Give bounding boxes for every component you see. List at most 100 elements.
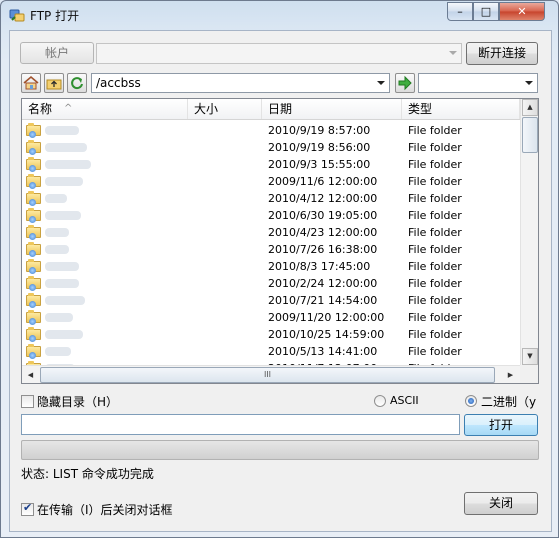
column-header-name[interactable]: 名称 ^ — [22, 99, 188, 119]
date-cell: 2010/9/19 8:57:00 — [268, 124, 371, 137]
scroll-up-button[interactable]: ▲ — [522, 99, 538, 116]
name-cell — [26, 174, 186, 189]
chevron-down-icon[interactable] — [525, 81, 533, 85]
parent-folder-button[interactable] — [44, 73, 64, 93]
minimize-button[interactable]: – — [447, 2, 473, 21]
status-text: 状态: LIST 命令成功完成 — [21, 467, 154, 481]
folder-icon — [26, 174, 41, 189]
table-row[interactable]: 2010/2/24 12:00:00 File folder — [22, 275, 520, 292]
table-row[interactable]: 2010/8/3 17:45:00 File folder — [22, 258, 520, 275]
folder-icon — [26, 191, 41, 206]
column-header-type[interactable]: 类型 — [402, 99, 520, 119]
scroll-down-button[interactable]: ▼ — [522, 348, 538, 365]
close-after-transfer-label: 在传输（I）后关闭对话框 — [37, 503, 173, 517]
table-row[interactable]: 2010/5/13 14:41:00 File folder — [22, 343, 520, 360]
refresh-button[interactable] — [67, 73, 87, 93]
table-row[interactable]: 2010/9/19 8:57:00 File folder — [22, 122, 520, 139]
close-button[interactable]: 关闭 — [464, 492, 538, 515]
hidden-dirs-checkbox[interactable] — [21, 395, 34, 408]
ftp-open-dialog: FTP 打开 – □ ✕ 帐户 断开连接 /accbss 名称 ^ 大小 日期 … — [0, 0, 559, 538]
close-window-button[interactable]: ✕ — [499, 2, 545, 21]
refresh-icon — [71, 77, 83, 90]
folder-icon — [26, 327, 41, 342]
date-cell: 2009/11/20 12:00:00 — [268, 311, 385, 324]
table-row[interactable]: 2010/4/23 12:00:00 File folder — [22, 224, 520, 241]
folder-icon — [26, 310, 41, 325]
vertical-scroll-thumb[interactable] — [522, 117, 538, 153]
name-cell — [26, 225, 186, 240]
table-row[interactable]: 2010/7/21 14:54:00 File folder — [22, 292, 520, 309]
close-after-transfer-checkbox[interactable] — [21, 501, 34, 516]
type-cell: File folder — [408, 124, 462, 137]
open-button[interactable]: 打开 — [464, 414, 538, 436]
name-cell — [26, 276, 186, 291]
column-header-size[interactable]: 大小 — [188, 99, 262, 119]
scroll-corner — [520, 365, 538, 383]
table-row[interactable]: 2010/9/19 8:56:00 File folder — [22, 139, 520, 156]
arrow-right-icon — [398, 75, 412, 91]
folder-icon — [26, 225, 41, 240]
date-cell: 2010/2/24 12:00:00 — [268, 277, 378, 290]
table-row[interactable]: 2010/9/3 15:55:00 File folder — [22, 156, 520, 173]
name-cell — [26, 208, 186, 223]
scroll-right-button[interactable]: ▶ — [502, 367, 519, 383]
type-cell: File folder — [408, 277, 462, 290]
vertical-scrollbar[interactable]: ▲ ▼ — [520, 99, 538, 365]
type-cell: File folder — [408, 158, 462, 171]
date-cell: 2010/5/13 14:41:00 — [268, 345, 378, 358]
scroll-left-button[interactable]: ◀ — [22, 367, 39, 383]
filename-input[interactable] — [21, 414, 460, 435]
table-row[interactable]: 2009/11/20 12:00:00 File folder — [22, 309, 520, 326]
folder-icon — [26, 293, 41, 308]
binary-label: 二进制（y — [481, 395, 537, 409]
date-cell: 2009/11/6 12:00:00 — [268, 175, 378, 188]
table-row[interactable]: 2009/11/6 12:00:00 File folder — [22, 173, 520, 190]
date-cell: 2010/6/30 19:05:00 — [268, 209, 378, 222]
history-combobox[interactable] — [418, 73, 538, 93]
home-button[interactable] — [21, 73, 41, 93]
name-cell — [26, 293, 186, 308]
name-cell — [26, 191, 186, 206]
type-cell: File folder — [408, 243, 462, 256]
column-header-date[interactable]: 日期 — [262, 99, 402, 119]
binary-radio[interactable] — [465, 395, 477, 407]
date-cell: 2010/4/12 12:00:00 — [268, 192, 378, 205]
table-row[interactable]: 2010/4/12 12:00:00 File folder — [22, 190, 520, 207]
path-combobox[interactable]: /accbss — [91, 73, 390, 93]
type-cell: File folder — [408, 175, 462, 188]
table-row[interactable]: 2010/6/30 19:05:00 File folder — [22, 207, 520, 224]
column-header-label: 大小 — [194, 102, 219, 116]
redacted-folder-name — [45, 313, 73, 322]
date-cell: 2010/10/25 14:59:00 — [268, 328, 385, 341]
horizontal-scroll-thumb[interactable]: III — [40, 367, 495, 383]
horizontal-scrollbar[interactable]: ◀ III ▶ — [22, 365, 520, 383]
list-header: 名称 ^ 大小 日期 类型 — [22, 99, 520, 120]
column-header-label: 类型 — [408, 102, 433, 116]
path-text: /accbss — [96, 76, 141, 90]
table-row[interactable]: 2010/7/26 16:38:00 File folder — [22, 241, 520, 258]
redacted-folder-name — [45, 194, 67, 203]
account-field[interactable] — [96, 43, 462, 64]
disconnect-button[interactable]: 断开连接 — [466, 42, 538, 65]
folder-icon — [26, 276, 41, 291]
type-cell: File folder — [408, 294, 462, 307]
type-cell: File folder — [408, 141, 462, 154]
name-cell — [26, 344, 186, 359]
redacted-folder-name — [45, 347, 71, 356]
redacted-folder-name — [45, 296, 85, 305]
redacted-folder-name — [45, 330, 83, 339]
go-button[interactable] — [395, 73, 415, 93]
chevron-down-icon[interactable] — [377, 81, 385, 85]
ascii-radio[interactable] — [374, 395, 386, 407]
type-cell: File folder — [408, 209, 462, 222]
column-header-label: 名称 — [28, 102, 53, 116]
folder-icon — [26, 157, 41, 172]
account-button[interactable]: 帐户 — [20, 42, 94, 64]
redacted-folder-name — [45, 262, 79, 271]
redacted-folder-name — [45, 279, 79, 288]
redacted-folder-name — [45, 160, 91, 169]
folder-up-icon — [46, 79, 62, 90]
maximize-button[interactable]: □ — [473, 2, 499, 21]
chevron-down-icon — [449, 51, 457, 55]
table-row[interactable]: 2010/10/25 14:59:00 File folder — [22, 326, 520, 343]
